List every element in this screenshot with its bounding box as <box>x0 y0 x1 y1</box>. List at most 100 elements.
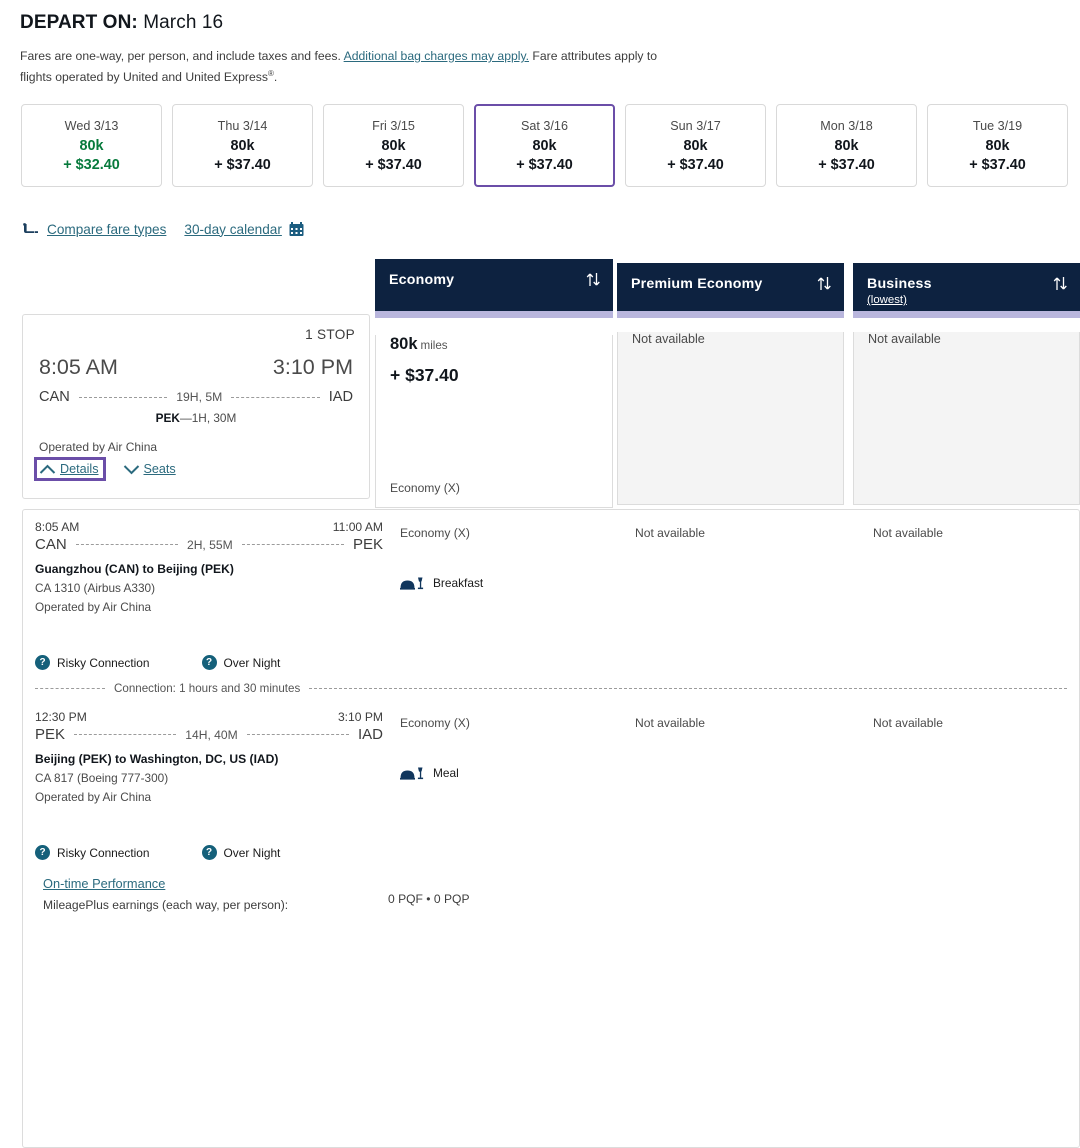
flag-label: Over Night <box>223 845 281 860</box>
date-option-4[interactable]: Sun 3/17 80k + $37.40 <box>625 104 766 188</box>
date-option-3[interactable]: Sat 3/16 80k + $37.40 <box>474 104 615 188</box>
leg-depart-time: 8:05 AM <box>35 520 80 535</box>
cabin-accent-bar <box>853 311 1080 319</box>
leg-duration: 14H, 40M <box>185 727 238 742</box>
leg-cabin-cell-0: Economy (X) <box>400 526 470 541</box>
cabin-miles-value: 80k <box>390 335 418 354</box>
help-icon[interactable]: ? <box>201 845 217 861</box>
cabin-fare-cell[interactable]: 80k miles + $37.40 Economy (X) <box>375 335 613 509</box>
cabin-name: Business <box>867 276 932 293</box>
date-option-day: Tue 3/19 <box>972 118 1023 133</box>
thirty-day-calendar-link[interactable]: 30-day calendar <box>184 222 282 237</box>
leg-dash-left <box>74 734 177 736</box>
date-option-0[interactable]: Wed 3/13 80k + $32.40 <box>21 104 162 188</box>
page-title: DEPART ON: March 16 <box>12 0 1068 34</box>
itinerary-route: CAN 19H, 5M IAD <box>39 389 353 405</box>
flag-label: Over Night <box>223 655 281 670</box>
sort-icon[interactable] <box>586 271 601 293</box>
cabin-miles-unit: miles <box>420 339 448 353</box>
cabin-not-available-text: Not available <box>632 332 705 347</box>
leg-arrive-time: 11:00 AM <box>332 520 383 535</box>
itinerary-card[interactable]: 1 STOP 8:05 AM 3:10 PM CAN 19H, 5M IAD P… <box>22 314 370 500</box>
date-option-cash: + $32.40 <box>63 156 120 173</box>
cabin-header: Business (lowest) <box>853 263 1080 312</box>
date-option-miles: 80k <box>834 137 859 154</box>
seats-toggle[interactable]: Seats <box>123 462 176 476</box>
leg-operated-by: Operated by Air China <box>35 790 152 805</box>
date-option-cash: + $37.40 <box>365 156 422 173</box>
leg-summary: 12:30 PM 3:10 PM PEK 14H, 40M IAD Beijing (PE… <box>35 710 383 804</box>
additional-bag-charges-link[interactable]: Additional bag charges may apply. <box>344 49 529 63</box>
leg-route: PEK 14H, 40M IAD <box>35 726 383 743</box>
on-time-performance-link[interactable]: On-time Performance <box>43 876 165 891</box>
cabin-miles: 80k miles <box>390 335 612 354</box>
cabin-fare-class: Economy (X) <box>390 481 460 496</box>
leg-arrive-time: 3:10 PM <box>337 710 383 725</box>
date-option-miles: 80k <box>532 137 557 154</box>
date-option-1[interactable]: Thu 3/14 80k + $37.40 <box>172 104 313 188</box>
stopover-separator: — <box>179 411 192 426</box>
date-option-day: Mon 3/18 <box>820 118 873 133</box>
connection-text: Connection: 1 hours and 30 minutes <box>114 682 301 696</box>
compare-fare-types-link[interactable]: Compare fare types <box>47 222 166 237</box>
leg-summary: 8:05 AM 11:00 AM CAN 2H, 55M PEK Guangzhou (C… <box>35 520 383 614</box>
mileageplus-earnings-label: MileagePlus earnings (each way, per pers… <box>43 898 289 913</box>
date-option-5[interactable]: Mon 3/18 80k + $37.40 <box>776 104 917 188</box>
help-icon[interactable]: ? <box>35 655 50 671</box>
flag-over-night: ? Over Night <box>201 655 281 671</box>
details-label: Details <box>60 462 99 477</box>
leg-times: 8:05 AM 11:00 AM <box>35 520 383 534</box>
cabin-column-2: Business (lowest) Not available <box>853 263 1080 506</box>
date-option-day: Sun 3/17 <box>670 118 721 133</box>
leg-meal-label: Breakfast <box>433 576 484 591</box>
seats-label: Seats <box>143 462 176 477</box>
depart-on-label: DEPART ON: <box>20 12 138 33</box>
cabin-header: Premium Economy <box>617 263 844 312</box>
itinerary-actions: Details Seats <box>34 457 176 482</box>
leg-operated-by: Operated by Air China <box>35 600 152 615</box>
cabin-unavailable-cell: Not available <box>617 332 844 506</box>
leg-cabin-cell-2: Not available <box>873 526 943 541</box>
date-option-6[interactable]: Tue 3/19 80k + $37.40 <box>927 104 1068 188</box>
results-grid: Economy 80k miles + $37.40 Economy (X) Premiu… <box>12 251 1080 1148</box>
leg-city-pair: Beijing (PEK) to Washington, DC, US (IAD… <box>35 752 279 767</box>
calendar-icon[interactable] <box>289 221 304 237</box>
help-icon[interactable]: ? <box>201 655 217 671</box>
sort-icon[interactable] <box>817 275 832 297</box>
total-duration: 19H, 5M <box>176 390 223 405</box>
help-icon[interactable]: ? <box>35 845 50 861</box>
leg-duration: 2H, 55M <box>186 537 233 552</box>
sort-icon[interactable] <box>1053 275 1068 297</box>
leg-dash-left <box>75 544 178 546</box>
leg-flight-number: CA 817 (Boeing 777-300) <box>35 771 169 786</box>
mileageplus-earnings-value: 0 PQF • 0 PQP <box>388 892 470 907</box>
leg-dash-right <box>241 544 344 546</box>
leg-dash-right <box>246 734 349 736</box>
flag-risky-connection: ? Risky Connection <box>35 845 150 861</box>
date-option-miles: 80k <box>683 137 708 154</box>
date-option-cash: + $37.40 <box>818 156 875 173</box>
details-toggle[interactable]: Details <box>34 457 106 482</box>
route-dash-left <box>78 396 168 398</box>
leg-cabin-cell-2: Not available <box>873 716 943 731</box>
leg-times: 12:30 PM 3:10 PM <box>35 710 383 724</box>
cabin-column-0: Economy 80k miles + $37.40 Economy (X) <box>375 259 613 509</box>
date-option-cash: + $37.40 <box>667 156 724 173</box>
itinerary-times: 8:05 AM 3:10 PM <box>39 355 353 380</box>
date-option-miles: 80k <box>985 137 1010 154</box>
cabin-name: Premium Economy <box>631 276 763 293</box>
leg-depart-time: 12:30 PM <box>35 710 87 725</box>
connection-dash-right <box>309 688 1067 690</box>
fare-disclaimer: Fares are one-way, per person, and inclu… <box>20 48 680 86</box>
depart-time: 8:05 AM <box>39 355 118 380</box>
date-option-day: Sat 3/16 <box>521 118 568 133</box>
date-option-miles: 80k <box>381 137 406 154</box>
stopover-info: PEK—1H, 30M <box>23 411 369 425</box>
date-option-2[interactable]: Fri 3/15 80k + $37.40 <box>323 104 464 188</box>
destination-code: IAD <box>328 389 354 406</box>
leg-flight-number: CA 1310 (Airbus A330) <box>35 581 156 596</box>
cabin-sublabel[interactable]: (lowest) <box>867 294 1066 306</box>
date-option-day: Wed 3/13 <box>64 118 119 133</box>
origin-code: CAN <box>39 389 70 406</box>
chevron-down-icon <box>123 464 139 474</box>
